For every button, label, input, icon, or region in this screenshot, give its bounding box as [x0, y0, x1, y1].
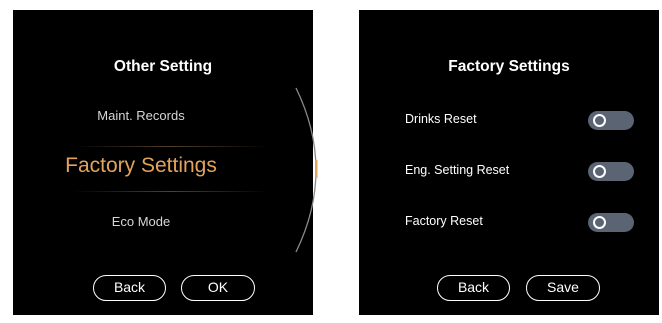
back-button[interactable]: Back — [437, 275, 510, 301]
menu-item-factory-settings[interactable]: Factory Settings — [13, 154, 269, 178]
scroll-arc-thumb — [315, 160, 318, 178]
menu-item-eco-mode[interactable]: Eco Mode — [13, 214, 269, 229]
drinks-reset-toggle[interactable] — [588, 111, 634, 130]
menu-item-maint-records[interactable]: Maint. Records — [13, 108, 269, 123]
scroll-arc-track — [295, 87, 317, 253]
toggle-knob — [593, 165, 606, 178]
eng-setting-reset-label: Eng. Setting Reset — [405, 163, 510, 177]
screen-title: Factory Settings — [448, 58, 570, 75]
toggle-knob — [593, 114, 606, 127]
eng-setting-reset-toggle[interactable] — [588, 162, 634, 181]
selection-divider-top — [73, 146, 269, 147]
screen-title: Other Setting — [113, 58, 213, 75]
ok-button[interactable]: OK — [181, 275, 255, 301]
factory-reset-label: Factory Reset — [405, 214, 483, 228]
factory-settings-screen: Factory Settings Drinks Reset Eng. Setti… — [359, 10, 659, 315]
toggle-knob — [593, 216, 606, 229]
save-button[interactable]: Save — [526, 275, 600, 301]
other-setting-screen: Other Setting Maint. Records Factory Set… — [13, 10, 318, 315]
selection-divider-bottom — [73, 191, 269, 192]
factory-reset-toggle[interactable] — [588, 213, 634, 232]
back-button[interactable]: Back — [93, 275, 166, 301]
scroll-wheel-indicator[interactable] — [294, 86, 320, 254]
drinks-reset-label: Drinks Reset — [405, 112, 477, 126]
